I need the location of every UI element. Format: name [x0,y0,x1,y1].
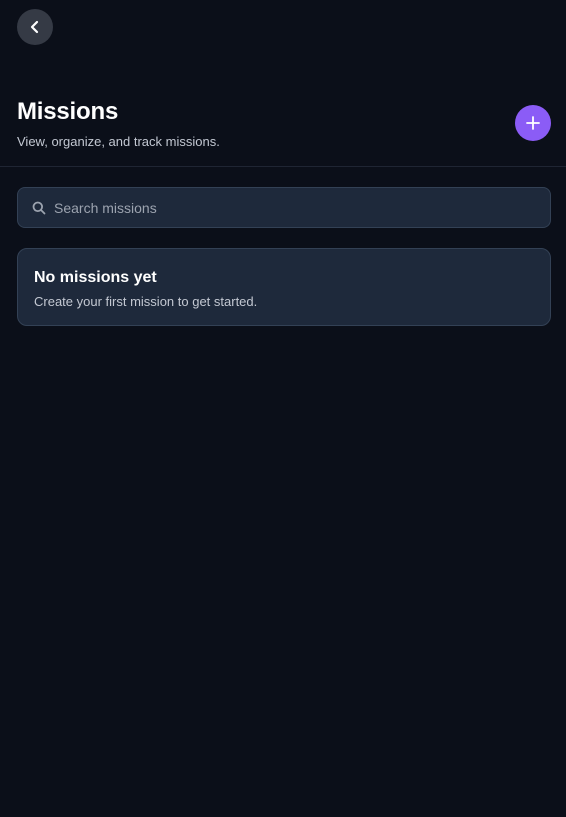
page-header: Missions View, organize, and track missi… [0,98,566,167]
empty-state-title: No missions yet [34,269,157,286]
back-button[interactable] [17,9,53,45]
search-input[interactable] [46,188,550,227]
plus-icon [526,116,540,130]
page-subtitle: View, organize, and track missions. [17,134,220,149]
search-icon [32,201,46,214]
search-box [17,187,551,228]
chevron-left-icon [30,20,39,34]
missions-page: Missions View, organize, and track missi… [0,0,566,817]
empty-state-description: Create your first mission to get started… [34,294,258,309]
empty-state-card: No missions yet Create your first missio… [17,248,551,326]
add-mission-button[interactable] [515,105,551,141]
page-title: Missions [17,98,119,125]
